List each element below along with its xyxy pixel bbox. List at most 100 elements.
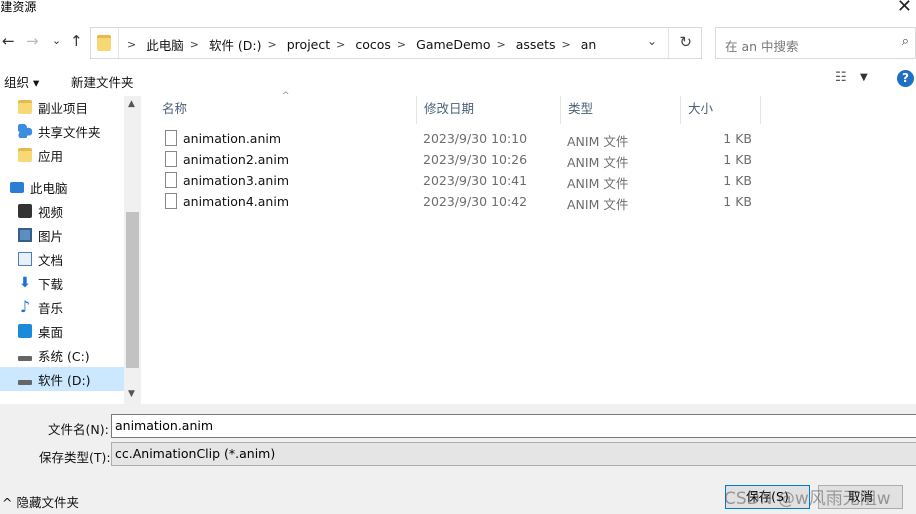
view-dropdown-icon[interactable]: ▼ (860, 72, 868, 83)
sidebar-item-system-c[interactable]: 系统 (C:) (18, 343, 141, 367)
window-title: l建资源 (0, 0, 37, 14)
sidebar-item-downloads[interactable]: ⬇ 下载 (18, 271, 141, 295)
sidebar-item-label: 此电脑 (30, 180, 68, 196)
folder-icon (18, 148, 32, 162)
video-icon (18, 204, 32, 218)
column-header-type[interactable]: 类型 (560, 96, 681, 124)
file-type: ANIM 文件 (567, 155, 629, 170)
file-date: 2023/9/30 10:41 (423, 173, 528, 188)
sidebar-item-label: 副业项目 (38, 100, 89, 116)
sidebar-item-side-projects[interactable]: 副业项目 (18, 96, 141, 119)
breadcrumb-item[interactable]: cocos (355, 37, 391, 52)
filename-input[interactable]: animation.anim (111, 414, 916, 438)
refresh-icon[interactable]: ↻ (679, 33, 692, 51)
file-date: 2023/9/30 10:26 (423, 152, 528, 167)
sidebar-scrollbar[interactable]: ▲ ▼ (124, 96, 141, 404)
file-type: ANIM 文件 (567, 197, 629, 212)
desktop-icon (18, 324, 32, 338)
forward-arrow-icon[interactable]: → (26, 32, 39, 50)
sidebar-item-label: 音乐 (38, 300, 64, 316)
file-row[interactable]: animation2.anim 2023/9/30 10:26 ANIM 文件 … (146, 149, 916, 170)
pictures-icon (18, 228, 32, 242)
sidebar-item-label: 视频 (38, 204, 64, 220)
help-icon[interactable]: ? (897, 70, 914, 87)
folder-icon (18, 100, 32, 114)
drive-icon (18, 380, 32, 385)
breadcrumb-item[interactable]: 软件 (D:) (209, 35, 262, 54)
file-type: ANIM 文件 (567, 134, 629, 149)
sidebar-item-label: 图片 (38, 228, 64, 244)
file-list: animation.anim 2023/9/30 10:10 ANIM 文件 1… (146, 128, 916, 212)
chevron-right-icon[interactable]: > (268, 38, 277, 51)
sidebar-item-label: 文档 (38, 252, 64, 268)
chevron-right-icon[interactable]: > (562, 38, 571, 51)
divider (668, 28, 669, 58)
file-row[interactable]: animation3.anim 2023/9/30 10:41 ANIM 文件 … (146, 170, 916, 191)
close-icon[interactable]: ✕ (897, 0, 912, 17)
documents-icon (18, 252, 32, 266)
divider (118, 28, 119, 58)
file-date: 2023/9/30 10:10 (423, 131, 528, 146)
sidebar-item-label: 下载 (38, 276, 64, 292)
file-size: 1 KB (723, 173, 752, 188)
chevron-right-icon[interactable]: > (127, 38, 136, 51)
address-bar[interactable]: > 此电脑 > 软件 (D:) > project > cocos > Game… (90, 27, 702, 59)
sidebar-item-this-pc[interactable]: 此电脑 (10, 175, 134, 199)
scrollbar-thumb[interactable] (126, 212, 139, 368)
breadcrumb-item[interactable]: GameDemo (416, 37, 490, 52)
file-name: animation4.anim (183, 194, 289, 209)
save-form: 文件名(N): animation.anim 保存类型(T): cc.Anima… (0, 404, 916, 514)
chevron-down-icon[interactable]: ⌄ (647, 34, 657, 48)
sidebar-item-label: 应用 (38, 148, 64, 164)
music-icon: ♪ (19, 297, 31, 316)
file-row[interactable]: animation.anim 2023/9/30 10:10 ANIM 文件 1… (146, 128, 916, 149)
folder-icon (97, 35, 111, 51)
sidebar-item-software-d[interactable]: 软件 (D:) (0, 367, 124, 391)
sidebar-item-music[interactable]: ♪ 音乐 (18, 295, 141, 319)
search-placeholder: 在 an 中搜索 (725, 39, 799, 54)
new-folder-button[interactable]: 新建文件夹 (71, 72, 134, 91)
view-icon[interactable]: ☷ (835, 70, 847, 85)
breadcrumb-item[interactable]: project (287, 37, 330, 52)
hide-folders-button[interactable]: ^ 隐藏文件夹 (2, 492, 79, 511)
filetype-select[interactable]: cc.AnimationClip (*.anim) (111, 442, 916, 466)
sidebar-item-shared-folder[interactable]: 共享文件夹 (18, 119, 141, 143)
sidebar-item-pictures[interactable]: 图片 (18, 223, 141, 247)
scroll-up-icon[interactable]: ▲ (128, 99, 135, 109)
file-date: 2023/9/30 10:42 (423, 194, 528, 209)
sidebar-item-videos[interactable]: 视频 (18, 199, 141, 223)
recent-locations-icon[interactable]: ⌄ (52, 34, 61, 47)
sidebar-item-desktop[interactable]: 桌面 (18, 319, 141, 343)
file-name: animation.anim (183, 131, 282, 146)
watermark: CSDN @w风雨无阻w (724, 489, 891, 509)
organize-button[interactable]: 组织 ▾ (4, 72, 39, 91)
chevron-right-icon[interactable]: > (336, 38, 345, 51)
breadcrumb: > 此电脑 > 软件 (D:) > project > cocos > Game… (121, 35, 596, 54)
file-icon (165, 193, 177, 209)
breadcrumb-item[interactable]: an (581, 37, 597, 52)
breadcrumb-item[interactable]: assets (516, 37, 556, 52)
chevron-right-icon[interactable]: > (497, 38, 506, 51)
column-header-size[interactable]: 大小 (680, 96, 761, 124)
search-input[interactable]: 在 an 中搜索 ⌕ (715, 27, 916, 59)
file-name: animation2.anim (183, 152, 289, 167)
file-size: 1 KB (723, 152, 752, 167)
sidebar-item-apps[interactable]: 应用 (18, 143, 141, 167)
share-icon (18, 124, 32, 138)
breadcrumb-item[interactable]: 此电脑 (146, 35, 184, 54)
file-row[interactable]: animation4.anim 2023/9/30 10:42 ANIM 文件 … (146, 191, 916, 212)
back-arrow-icon[interactable]: ← (2, 32, 15, 50)
search-icon[interactable]: ⌕ (902, 34, 909, 49)
command-bar: 组织 ▾ 新建文件夹 ☷ ▼ ? (0, 62, 916, 96)
pc-icon (10, 181, 24, 193)
navigation-bar: ← → ⌄ ↑ > 此电脑 > 软件 (D:) > project > coco… (0, 22, 916, 62)
sidebar-item-label: 系统 (C:) (38, 348, 90, 364)
chevron-right-icon[interactable]: > (190, 38, 199, 51)
column-header-name[interactable]: 名称 (154, 96, 417, 124)
chevron-right-icon[interactable]: > (397, 38, 406, 51)
column-header-date[interactable]: 修改日期 (416, 96, 561, 124)
navigation-pane: 副业项目 共享文件夹 应用 此电脑 视频 图片 文档 ⬇ 下载 ♪ 音乐 桌面 … (0, 96, 141, 404)
scroll-down-icon[interactable]: ▼ (128, 389, 135, 399)
up-arrow-icon[interactable]: ↑ (70, 32, 83, 50)
sidebar-item-documents[interactable]: 文档 (18, 247, 141, 271)
